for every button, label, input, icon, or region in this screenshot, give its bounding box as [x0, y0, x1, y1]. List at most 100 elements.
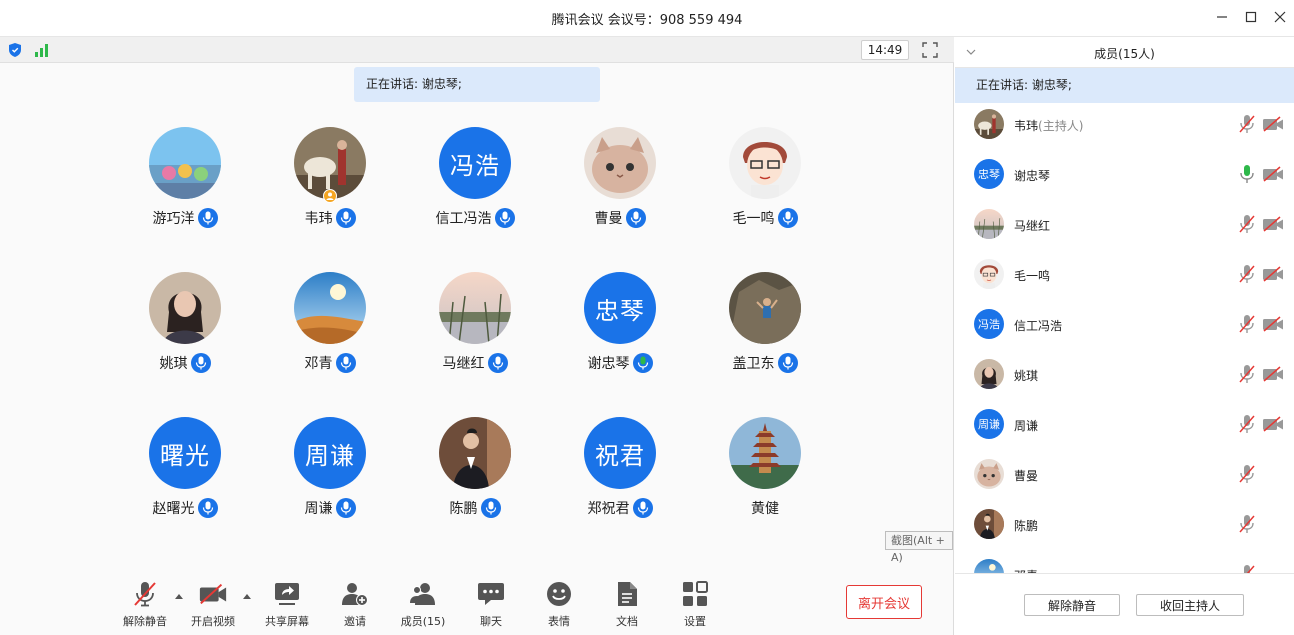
member-name-text: 毛一鸣	[1014, 269, 1051, 283]
mic-muted-icon[interactable]	[1238, 464, 1256, 484]
member-list-item[interactable]: 周谦 周谦	[955, 403, 1294, 453]
participant-avatar	[149, 272, 221, 344]
member-name: 姚琪	[1014, 367, 1038, 384]
invite-button[interactable]: 邀请	[325, 579, 385, 629]
panel-speaking-indicator: 正在讲话: 谢忠琴;	[955, 68, 1294, 103]
leave-meeting-button[interactable]: 离开会议	[846, 585, 922, 619]
participant-avatar	[439, 272, 511, 344]
participant-avatar	[294, 272, 366, 344]
camera-off-icon	[198, 579, 228, 609]
member-list[interactable]: 韦玮(主持人) 忠琴谢忠琴马继红毛一鸣冯浩信工冯浩姚琪周谦周谦曹曼陈鹏邓青	[955, 103, 1294, 575]
mic-icon	[197, 208, 218, 228]
member-list-item[interactable]: 忠琴 谢忠琴	[955, 153, 1294, 203]
participant-tile[interactable]: 陈鹏	[402, 417, 548, 527]
member-name-text: 姚琪	[1014, 369, 1039, 383]
mic-icon	[632, 498, 653, 518]
participant-name: 信工冯浩	[435, 211, 492, 227]
member-list-item[interactable]: 毛一鸣	[955, 253, 1294, 303]
participant-tile[interactable]: 毛一鸣	[692, 127, 838, 237]
participant-tile[interactable]: 马继红	[402, 272, 548, 382]
camera-off-icon[interactable]	[1262, 366, 1284, 382]
participant-tile[interactable]: 黄健	[692, 417, 838, 527]
unmute-all-button[interactable]: 解除静音	[1024, 594, 1120, 616]
participant-name: 陈鹏	[449, 501, 478, 517]
mic-muted-icon[interactable]	[1238, 514, 1256, 534]
participant-tile[interactable]: 曙光 赵曙光	[112, 417, 258, 527]
share-screen-button[interactable]: 共享屏幕	[257, 579, 317, 629]
participant-name-row: 盖卫东	[692, 352, 838, 374]
participant-tile[interactable]: 盖卫东	[692, 272, 838, 382]
member-name-text: 曹曼	[1014, 469, 1039, 483]
unmute-label: 解除静音	[123, 615, 167, 628]
camera-off-icon[interactable]	[1262, 316, 1284, 332]
participant-name-row: 姚琪	[112, 352, 258, 374]
reactions-button[interactable]: 表情	[529, 579, 589, 629]
member-name: 曹曼	[1014, 467, 1038, 484]
participant-tile[interactable]: 曹曼	[547, 127, 693, 237]
participant-tile[interactable]: 姚琪	[112, 272, 258, 382]
participant-name-row: 信工冯浩	[402, 207, 548, 229]
participant-name-row: 毛一鸣	[692, 207, 838, 229]
security-shield-icon[interactable]	[7, 42, 23, 58]
unmute-button[interactable]: 解除静音	[115, 579, 175, 629]
documents-button[interactable]: 文档	[597, 579, 657, 629]
camera-off-icon[interactable]	[1262, 416, 1284, 432]
start-video-button[interactable]: 开启视频	[183, 579, 243, 629]
fullscreen-icon[interactable]	[921, 41, 939, 59]
mic-icon	[335, 353, 356, 373]
participant-name: 谢忠琴	[587, 356, 630, 372]
minimize-icon[interactable]	[1214, 9, 1230, 25]
camera-off-icon[interactable]	[1262, 166, 1284, 182]
mic-icon	[777, 208, 798, 228]
member-avatar: 冯浩	[974, 309, 1004, 339]
camera-off-icon[interactable]	[1262, 266, 1284, 282]
mic-muted-icon[interactable]	[1238, 264, 1256, 284]
member-list-item[interactable]: 邓青	[955, 553, 1294, 575]
add-user-icon	[340, 579, 370, 609]
members-label: 成员(15)	[400, 615, 446, 628]
member-list-item[interactable]: 陈鹏	[955, 503, 1294, 553]
member-list-item[interactable]: 冯浩 信工冯浩	[955, 303, 1294, 353]
mic-icon	[494, 208, 515, 228]
reclaim-host-button[interactable]: 收回主持人	[1136, 594, 1244, 616]
mic-icon	[625, 208, 646, 228]
window-title: 腾讯会议 会议号：908 559 494	[551, 13, 743, 28]
chat-label: 聊天	[480, 615, 502, 628]
member-list-item[interactable]: 姚琪	[955, 353, 1294, 403]
members-button[interactable]: 成员(15)	[393, 579, 453, 629]
close-icon[interactable]	[1272, 9, 1288, 25]
mic-speaking-icon[interactable]	[1238, 164, 1256, 184]
participant-tile[interactable]: 游巧洋	[112, 127, 258, 237]
participant-tile[interactable]: 祝君 郑祝君	[547, 417, 693, 527]
camera-off-icon[interactable]	[1262, 116, 1284, 132]
member-name: 韦玮(主持人)	[1014, 117, 1083, 134]
member-name: 马继红	[1014, 217, 1050, 234]
mic-muted-icon[interactable]	[1238, 364, 1256, 384]
mic-muted-icon[interactable]	[1238, 114, 1256, 134]
mic-muted-icon[interactable]	[1238, 314, 1256, 334]
member-list-item[interactable]: 马继红	[955, 203, 1294, 253]
network-signal-icon[interactable]	[34, 42, 50, 58]
member-list-item[interactable]: 曹曼	[955, 453, 1294, 503]
participant-avatar: 周谦	[294, 417, 366, 489]
member-name-text: 陈鹏	[1014, 519, 1039, 533]
camera-off-icon[interactable]	[1262, 216, 1284, 232]
mic-muted-icon[interactable]	[1238, 214, 1256, 234]
maximize-icon[interactable]	[1243, 9, 1259, 25]
participant-tile[interactable]: 冯浩 信工冯浩	[402, 127, 548, 237]
speaking-indicator: 正在讲话: 谢忠琴;	[354, 67, 600, 102]
participant-tile[interactable]: 周谦 周谦	[257, 417, 403, 527]
settings-grid-icon	[680, 579, 710, 609]
participant-tile[interactable]: 韦玮	[257, 127, 403, 237]
member-list-item[interactable]: 韦玮(主持人)	[955, 103, 1294, 153]
video-options-caret-icon[interactable]	[242, 589, 252, 599]
member-name: 毛一鸣	[1014, 267, 1050, 284]
participant-name-row: 韦玮	[257, 207, 403, 229]
smiley-icon	[544, 579, 574, 609]
mic-muted-icon[interactable]	[1238, 414, 1256, 434]
chat-button[interactable]: 聊天	[461, 579, 521, 629]
participant-tile[interactable]: 邓青	[257, 272, 403, 382]
mic-icon	[197, 498, 218, 518]
participant-tile[interactable]: 忠琴 谢忠琴	[547, 272, 693, 382]
settings-button[interactable]: 设置	[665, 579, 725, 629]
